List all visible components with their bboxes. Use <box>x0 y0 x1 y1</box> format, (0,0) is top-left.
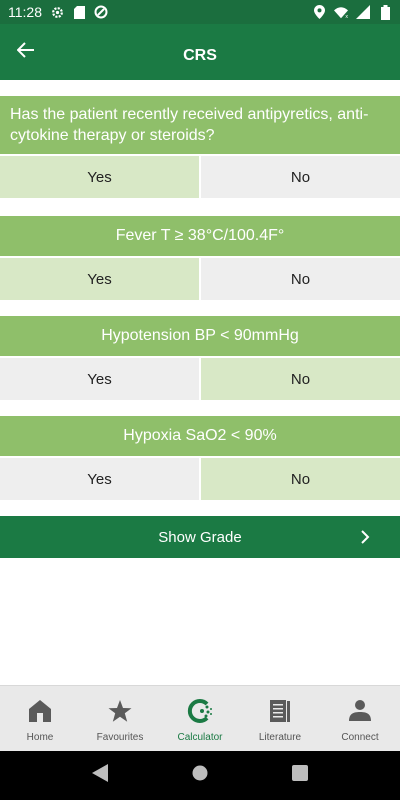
wifi-icon: x <box>334 5 348 19</box>
yes-button[interactable]: Yes <box>0 156 199 198</box>
nav-label: Connect <box>341 732 379 743</box>
page-title: CRS <box>183 47 217 64</box>
question-fever: Fever T ≥ 38°C/100.4F° Yes No <box>0 216 400 300</box>
nav-literature[interactable]: Literature <box>240 686 320 751</box>
yes-button[interactable]: Yes <box>0 458 199 500</box>
sync-icon <box>94 5 108 19</box>
answer-row: Yes No <box>0 258 400 300</box>
yes-button[interactable]: Yes <box>0 258 199 300</box>
location-icon <box>312 5 326 19</box>
question-label: Hypotension BP < 90mmHg <box>0 316 400 356</box>
sd-card-icon <box>72 5 86 19</box>
person-icon <box>347 698 373 724</box>
app-bar: CRS <box>0 24 400 80</box>
nav-home[interactable]: Home <box>0 686 80 751</box>
question-hypotension: Hypotension BP < 90mmHg Yes No <box>0 316 400 400</box>
question-hypoxia: Hypoxia SaO2 < 90% Yes No <box>0 416 400 500</box>
no-button[interactable]: No <box>201 258 400 300</box>
show-grade-button[interactable]: Show Grade <box>0 516 400 558</box>
nav-connect[interactable]: Connect <box>320 686 400 751</box>
question-antipyretics: Has the patient recently received antipy… <box>0 96 400 198</box>
settings-gear-icon <box>50 5 64 19</box>
battery-icon <box>378 4 392 20</box>
home-icon <box>27 698 53 724</box>
bottom-nav: Home Favourites Calculator Literature Co… <box>0 685 400 751</box>
status-time: 11:28 <box>8 4 42 20</box>
system-back-button[interactable] <box>90 764 110 787</box>
question-label: Has the patient recently received antipy… <box>0 96 400 154</box>
nav-label: Literature <box>258 732 302 743</box>
system-recents-button[interactable] <box>290 765 310 786</box>
system-home-button[interactable] <box>190 765 210 786</box>
yes-button[interactable]: Yes <box>0 358 199 400</box>
answer-row: Yes No <box>0 156 400 198</box>
status-bar: 11:28 x <box>0 0 400 24</box>
answer-row: Yes No <box>0 458 400 500</box>
nav-label: Calculator <box>177 732 223 743</box>
nav-calculator[interactable]: Calculator <box>160 686 240 751</box>
calculator-content: Has the patient recently received antipy… <box>0 80 400 685</box>
show-grade-label: Show Grade <box>158 528 242 546</box>
square-recents-icon <box>292 765 308 786</box>
svg-text:x: x <box>345 14 348 19</box>
no-button[interactable]: No <box>201 358 400 400</box>
signal-icon <box>356 5 370 19</box>
star-icon <box>107 698 133 724</box>
system-nav-bar <box>0 751 400 800</box>
question-label: Fever T ≥ 38°C/100.4F° <box>0 216 400 256</box>
nav-label: Home <box>26 732 54 743</box>
back-button[interactable] <box>10 36 42 68</box>
nav-favourites[interactable]: Favourites <box>80 686 160 751</box>
book-icon <box>267 698 293 724</box>
triangle-back-icon <box>92 764 108 787</box>
chevron-right-icon <box>360 529 370 549</box>
arrow-left-icon <box>16 41 35 64</box>
circle-home-icon <box>192 765 208 786</box>
question-label: Hypoxia SaO2 < 90% <box>0 416 400 456</box>
answer-row: Yes No <box>0 358 400 400</box>
no-button[interactable]: No <box>201 156 400 198</box>
no-button[interactable]: No <box>201 458 400 500</box>
calculator-icon <box>187 698 213 724</box>
nav-label: Favourites <box>96 732 144 743</box>
